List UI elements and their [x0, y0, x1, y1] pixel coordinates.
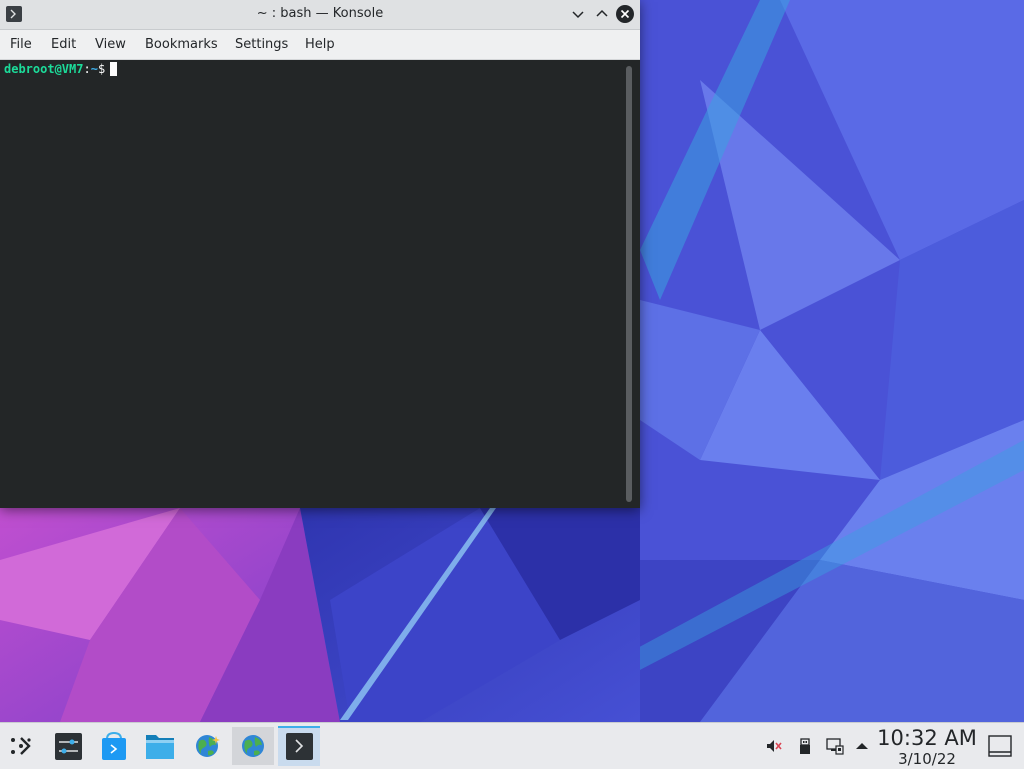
text-cursor	[110, 62, 118, 76]
prompt-symbol: $	[97, 62, 106, 76]
dolphin-file-manager-icon	[146, 735, 174, 759]
konsole-window[interactable]: ~ : bash — Konsole File Edit View Bookma…	[0, 0, 640, 508]
menu-file[interactable]: File	[10, 37, 32, 52]
kde-application-launcher-icon	[11, 737, 31, 755]
expand-tray-arrow-icon	[856, 743, 868, 749]
taskbar: 10:32 AM 3/10/22	[0, 722, 1024, 769]
menu-edit[interactable]: Edit	[51, 37, 76, 52]
chevron-down-icon	[572, 11, 584, 19]
volume-muted-icon	[767, 740, 782, 752]
network-button[interactable]	[826, 737, 844, 755]
show-desktop-icon	[988, 735, 1012, 757]
chevron-up-icon	[596, 9, 608, 17]
window-title: ~ : bash — Konsole	[256, 6, 384, 21]
clock-time[interactable]: 10:32 AM	[876, 726, 978, 750]
clock-date[interactable]: 3/10/22	[876, 750, 978, 768]
close-icon	[620, 9, 630, 19]
task-discover[interactable]	[93, 727, 135, 765]
web-browser-icon	[242, 735, 264, 757]
task-web-browser[interactable]	[186, 727, 228, 765]
removable-device-icon	[800, 738, 810, 754]
task-file-manager[interactable]	[139, 727, 181, 765]
maximize-button[interactable]	[593, 5, 611, 23]
terminal-scrollbar[interactable]	[626, 66, 632, 502]
web-browser-icon	[196, 735, 220, 757]
prompt-directory: ~	[90, 62, 98, 76]
prompt-user: debroot@VM7	[4, 62, 84, 76]
menu-settings[interactable]: Settings	[235, 37, 288, 52]
menu-help[interactable]: Help	[305, 37, 335, 52]
minimize-button[interactable]	[569, 5, 587, 23]
window-titlebar[interactable]: ~ : bash — Konsole	[0, 0, 640, 30]
menu-bookmarks[interactable]: Bookmarks	[145, 37, 218, 52]
application-launcher[interactable]	[1, 727, 43, 765]
close-button[interactable]	[616, 5, 634, 23]
discover-store-icon	[102, 731, 126, 760]
task-web-browser[interactable]	[232, 727, 274, 765]
show-desktop-button[interactable]	[987, 733, 1013, 759]
menubar: File Edit View Bookmarks Settings Help	[0, 30, 640, 60]
terminal-area[interactable]: debroot@VM7:~$	[0, 60, 640, 508]
system-settings-icon	[55, 733, 82, 760]
konsole-terminal-icon	[286, 733, 313, 760]
menu-view[interactable]: View	[95, 37, 126, 52]
prompt-line: debroot@VM7:~$	[4, 62, 118, 76]
volume-muted-button[interactable]	[765, 737, 783, 755]
removable-device-button[interactable]	[796, 737, 814, 755]
task-system-settings[interactable]	[47, 727, 89, 765]
expand-tray-button[interactable]	[853, 737, 871, 755]
network-wired-icon	[826, 738, 844, 755]
task-konsole[interactable]	[278, 726, 320, 766]
prompt-separator: :	[83, 62, 91, 76]
